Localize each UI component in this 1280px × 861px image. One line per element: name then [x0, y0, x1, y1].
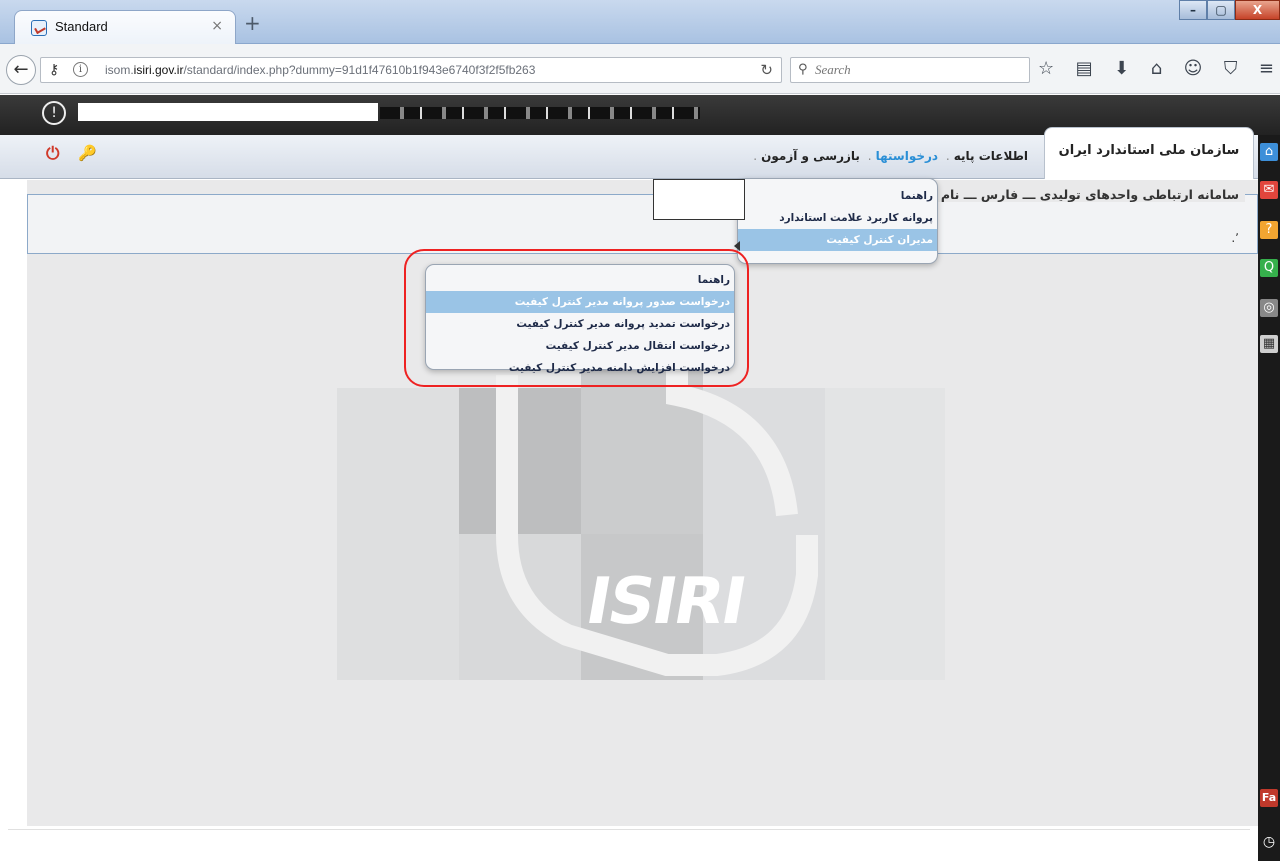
submenu-item-renew-license[interactable]: درخواست تمدید پروانه مدیر کنترل کیفیت: [426, 313, 734, 335]
menu-item-quality-control-managers[interactable]: مدیران کنترل کیفیت: [738, 229, 937, 251]
star-icon[interactable]: ☆: [1038, 58, 1054, 79]
brand-title: سازمان ملی استاندارد ایران: [1044, 127, 1254, 179]
language-fa-button[interactable]: Fa: [1260, 789, 1278, 807]
menu-item-standard-mark-license[interactable]: پروانه کاربرد علامت استاندارد: [738, 207, 937, 229]
info-panel: سامانه ارتباطی واحدهای تولیدی ـــ فارس ـ…: [27, 187, 1258, 254]
redacted-block: [380, 107, 700, 119]
requests-dropdown: راهنما پروانه کاربرد علامت استاندارد مدی…: [737, 178, 938, 264]
nav-item-inspection[interactable]: بازرسی و آزمون: [761, 149, 860, 163]
power-icon[interactable]: ⏻: [46, 144, 59, 164]
submenu-item-guide[interactable]: راهنما: [426, 269, 734, 291]
search-box[interactable]: ⚲: [790, 57, 1030, 83]
help-icon[interactable]: ?: [1260, 221, 1278, 239]
home-icon[interactable]: ⌂: [1260, 143, 1278, 161]
key-icon[interactable]: 🔑: [78, 144, 97, 162]
navigation-toolbar: ← ⚷ i isom.isiri.gov.ir/standard/index.p…: [0, 44, 1280, 94]
search-icon: ⚲: [798, 62, 808, 77]
calendar-icon[interactable]: ▦: [1260, 335, 1278, 353]
home-icon[interactable]: ⌂: [1151, 58, 1162, 79]
quality-control-submenu: راهنما درخواست صدور پروانه مدیر کنترل کی…: [425, 264, 735, 374]
redacted-block: [78, 103, 378, 121]
url-bar[interactable]: ⚷ i isom.isiri.gov.ir/standard/index.php…: [40, 57, 782, 83]
nav-item-base-info[interactable]: اطلاعات پایه: [954, 149, 1028, 163]
clock-icon[interactable]: ◷: [1260, 833, 1278, 851]
menu-item-guide[interactable]: راهنما: [738, 185, 937, 207]
tab-close-icon[interactable]: ×: [211, 18, 223, 34]
site-header: سازمان ملی استاندارد ایران اطلاعات پایه.…: [0, 127, 1258, 179]
browser-tab-strip: Standard × + – ▢ X: [0, 0, 1280, 44]
mail-icon[interactable]: ✉: [1260, 181, 1278, 199]
main-nav: اطلاعات پایه. درخواستها. بازرسی و آزمون.: [753, 149, 1028, 163]
search-input[interactable]: [815, 61, 1015, 79]
minimize-button[interactable]: –: [1179, 0, 1207, 20]
redacted-block: [653, 179, 745, 220]
site-identity-icon[interactable]: ⚷: [49, 62, 59, 78]
reading-list-icon[interactable]: ▤: [1076, 58, 1093, 79]
back-button[interactable]: ←: [6, 55, 36, 85]
new-tab-button[interactable]: +: [244, 11, 261, 35]
side-toolbar: ⌂ ✉ ? Q ◎ ▦ Fa ◷: [1258, 135, 1280, 861]
user-icon[interactable]: !: [42, 101, 66, 125]
browser-toolbar-icons: ☆ ▤ ⬇ ⌂ ☺ ⛉ ≡: [1038, 58, 1274, 79]
submenu-item-expand-scope[interactable]: درخواست افزایش دامنه مدیر کنترل کیفیت: [426, 357, 734, 379]
pocket-icon[interactable]: ⛉: [1224, 58, 1238, 79]
download-icon[interactable]: ⬇: [1114, 58, 1129, 79]
watermark-logo-text: ISIRI: [580, 565, 751, 639]
info-text: .٬: [1231, 231, 1239, 245]
submenu-item-issue-license[interactable]: درخواست صدور پروانه مدیر کنترل کیفیت: [426, 291, 734, 313]
reload-icon[interactable]: ↻: [760, 61, 773, 79]
submenu-arrow-icon: [734, 241, 740, 251]
smiley-icon[interactable]: ☺: [1184, 58, 1203, 79]
info-icon[interactable]: i: [73, 62, 88, 77]
watermark-logo: ISIRI: [337, 335, 945, 680]
menu-icon[interactable]: ≡: [1259, 58, 1274, 79]
nav-item-requests[interactable]: درخواستها: [876, 149, 938, 163]
bottom-bar: [8, 829, 1250, 861]
system-title: سامانه ارتباطی واحدهای تولیدی ـــ فارس ـ…: [918, 187, 1245, 202]
close-window-button[interactable]: X: [1235, 0, 1280, 20]
search-icon[interactable]: Q: [1260, 259, 1278, 277]
favicon-icon: [31, 20, 47, 36]
submenu-item-transfer-manager[interactable]: درخواست انتقال مدیر کنترل کیفیت: [426, 335, 734, 357]
tab-title: Standard: [55, 19, 108, 34]
url-text[interactable]: isom.isiri.gov.ir/standard/index.php?dum…: [105, 63, 535, 77]
support-icon[interactable]: ◎: [1260, 299, 1278, 317]
maximize-button[interactable]: ▢: [1207, 0, 1235, 20]
browser-tab[interactable]: Standard ×: [14, 10, 236, 44]
window-controls: – ▢ X: [1179, 0, 1280, 22]
